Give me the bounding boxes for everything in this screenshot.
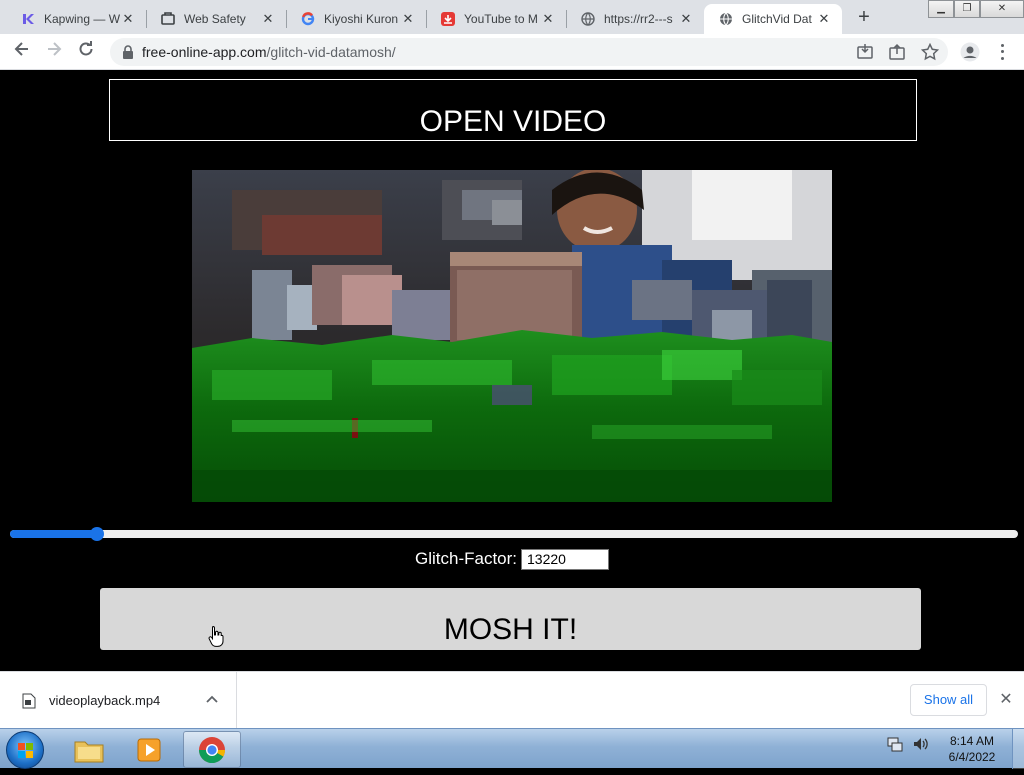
tab-rr2[interactable]: https://rr2---s ✕	[566, 4, 704, 34]
back-icon[interactable]	[10, 40, 34, 64]
download-item[interactable]: videoplayback.mp4	[0, 672, 237, 729]
slider-thumb[interactable]	[89, 527, 104, 541]
system-tray	[886, 735, 930, 753]
minimize-icon[interactable]: ▁	[928, 0, 954, 18]
windows-taskbar: 8:14 AM 6/4/2022	[0, 728, 1024, 769]
tab-title: GlitchVid Dat	[742, 12, 812, 26]
chrome-taskbar-button[interactable]	[183, 731, 241, 768]
tab-kiyoshi[interactable]: Kiyoshi Kuron ✕	[286, 4, 426, 34]
tab-kapwing[interactable]: Kapwing — W ✕	[6, 4, 146, 34]
clock-date: 6/4/2022	[948, 750, 996, 764]
url-path: /glitch-vid-datamosh/	[266, 44, 396, 60]
open-video-button[interactable]: OPEN VIDEO	[109, 79, 917, 141]
file-explorer-taskbar-button[interactable]	[60, 731, 118, 768]
download-file-name: videoplayback.mp4	[49, 693, 161, 708]
show-desktop-button[interactable]	[1012, 729, 1024, 769]
new-tab-button[interactable]: +	[852, 6, 876, 30]
browser-toolbar: free-online-app.com/glitch-vid-datamosh/	[0, 34, 1024, 70]
hand-cursor-icon	[208, 625, 224, 647]
download-shelf: videoplayback.mp4 Show all ✕	[0, 671, 1024, 729]
media-player-taskbar-button[interactable]	[120, 731, 178, 768]
video-preview	[192, 170, 832, 502]
media-player-icon	[137, 738, 161, 761]
restore-icon[interactable]: ❐	[954, 0, 980, 18]
tab-strip: Kapwing — W ✕ Web Safety ✕ Kiyoshi Kuron…	[0, 0, 1024, 34]
taskbar-clock[interactable]: 8:14 AM 6/4/2022	[936, 733, 1008, 765]
window-close-icon[interactable]: ✕	[980, 0, 1024, 18]
kebab-menu-icon[interactable]	[994, 42, 1010, 62]
globe-icon	[718, 11, 734, 27]
close-download-shelf-icon[interactable]: ✕	[998, 692, 1014, 708]
slider-fill	[10, 530, 97, 538]
reload-icon[interactable]	[74, 40, 98, 64]
chrome-icon	[198, 736, 226, 763]
bookmark-star-icon[interactable]	[921, 43, 939, 61]
close-tab-icon[interactable]: ✕	[260, 11, 276, 27]
tab-title: https://rr2---s	[604, 12, 673, 26]
slider-track	[10, 530, 1018, 538]
tab-title: Kapwing — W	[44, 12, 120, 26]
tab-title: Web Safety	[184, 12, 246, 26]
glitch-factor-slider[interactable]	[10, 527, 1018, 541]
glitch-factor-label: Glitch-Factor:	[414, 549, 518, 568]
web-safety-icon	[160, 11, 176, 27]
kapwing-icon	[20, 11, 36, 27]
page-content: OPEN VIDEO Glitch-Factor: 13220 MOSH IT!	[0, 71, 1024, 671]
start-button[interactable]	[6, 731, 44, 769]
chevron-up-icon[interactable]	[205, 692, 219, 706]
clock-time: 8:14 AM	[949, 734, 995, 748]
tab-youtube-to-mp[interactable]: YouTube to M ✕	[426, 4, 566, 34]
glitch-factor-row: Glitch-Factor:	[0, 548, 1024, 570]
lock-icon	[123, 45, 133, 59]
tab-glitchvid[interactable]: GlitchVid Dat ✕	[704, 4, 842, 34]
close-tab-icon[interactable]: ✕	[816, 11, 832, 27]
show-all-button[interactable]: Show all	[910, 684, 987, 716]
google-icon	[300, 11, 316, 27]
tab-title: Kiyoshi Kuron	[324, 12, 399, 26]
globe-icon	[580, 11, 596, 27]
download-icon	[440, 11, 456, 27]
address-bar[interactable]: free-online-app.com/glitch-vid-datamosh/	[110, 38, 948, 66]
profile-avatar-icon[interactable]	[960, 42, 980, 62]
datamosh-frame-image	[192, 170, 832, 502]
window-controls: ▁ ❐ ✕	[928, 0, 1024, 18]
close-tab-icon[interactable]: ✕	[678, 11, 694, 27]
volume-icon[interactable]	[912, 735, 930, 753]
tab-web-safety[interactable]: Web Safety ✕	[146, 4, 286, 34]
windows-logo-icon	[18, 743, 33, 758]
install-app-icon[interactable]	[856, 43, 874, 61]
folder-icon	[74, 741, 104, 762]
share-icon[interactable]	[888, 43, 906, 61]
forward-icon[interactable]	[42, 40, 66, 64]
close-tab-icon[interactable]: ✕	[400, 11, 416, 27]
url-host: free-online-app.com	[142, 44, 267, 60]
network-icon[interactable]	[886, 735, 904, 753]
tab-title: YouTube to M	[464, 12, 538, 26]
video-file-icon	[22, 693, 36, 708]
close-tab-icon[interactable]: ✕	[540, 11, 556, 27]
close-tab-icon[interactable]: ✕	[120, 11, 136, 27]
glitch-factor-input[interactable]	[521, 548, 610, 570]
